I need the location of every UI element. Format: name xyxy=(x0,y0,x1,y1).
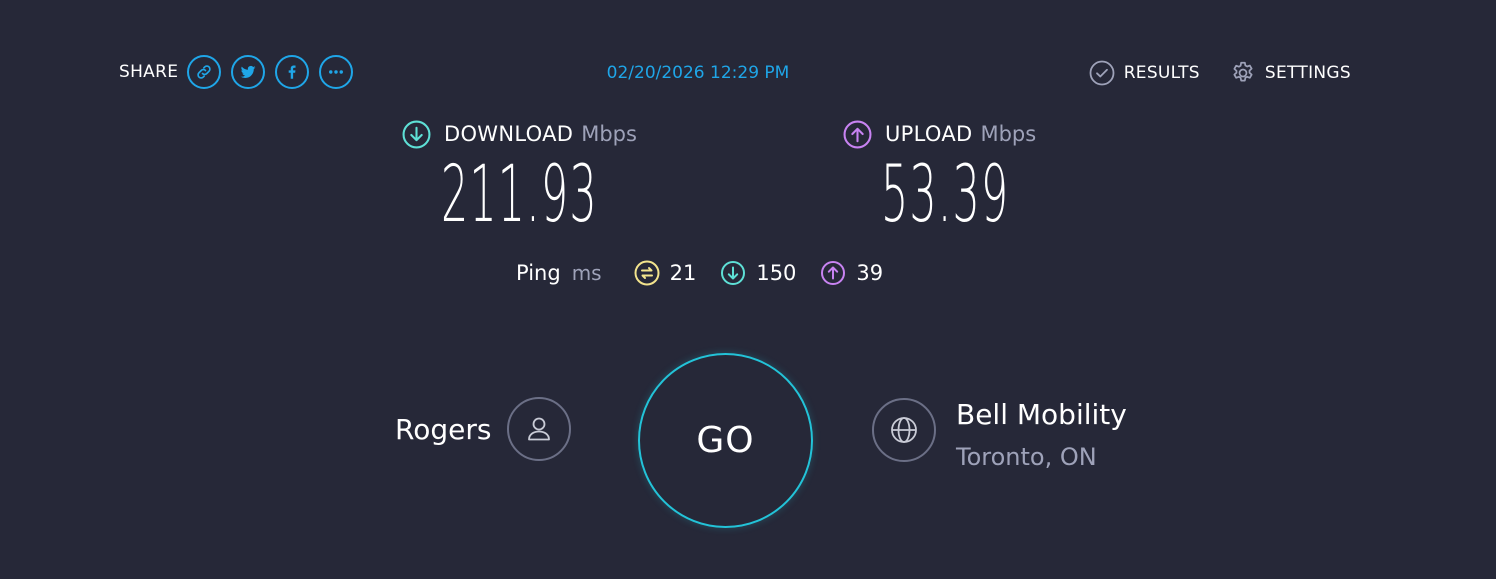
upload-speed-value: 53.39 xyxy=(881,150,1010,240)
download-unit: Mbps xyxy=(581,122,637,146)
server-info: Bell Mobility Toronto, ON xyxy=(956,398,1127,472)
server-location: Toronto, ON xyxy=(956,443,1097,471)
settings-label: SETTINGS xyxy=(1264,63,1351,83)
ping-label: Ping xyxy=(516,261,561,285)
ping-idle-value: 21 xyxy=(669,261,697,285)
download-header: DOWNLOAD Mbps xyxy=(402,118,726,150)
ping-row: Ping ms 21 150 39 xyxy=(516,258,907,288)
server-name[interactable]: Bell Mobility xyxy=(956,398,1127,432)
download-metric: DOWNLOAD Mbps 211.93 xyxy=(402,118,726,240)
results-link[interactable]: RESULTS xyxy=(1089,60,1200,86)
check-circle-icon xyxy=(1089,60,1115,86)
speedtest-result-page: SHARE 02/20/2026 12:29 PM RESULTS SETTIN… xyxy=(0,0,1496,579)
go-button[interactable]: GO xyxy=(638,353,813,528)
download-title: DOWNLOAD xyxy=(444,122,574,146)
isp-name: Rogers xyxy=(395,412,492,446)
isp-button[interactable] xyxy=(507,397,572,461)
idle-latency-icon xyxy=(634,260,660,286)
upload-unit: Mbps xyxy=(980,122,1037,146)
ping-download[interactable]: 150 xyxy=(720,260,796,286)
server-section: Bell Mobility Toronto, ON xyxy=(872,398,1127,472)
top-nav: RESULTS SETTINGS xyxy=(1059,60,1351,86)
download-arrow-icon xyxy=(402,120,431,148)
go-label: GO xyxy=(696,420,755,461)
user-icon xyxy=(528,417,551,441)
globe-icon xyxy=(891,417,917,443)
ping-upload-value: 39 xyxy=(856,261,884,285)
upload-latency-icon xyxy=(821,261,846,285)
settings-link[interactable]: SETTINGS xyxy=(1230,60,1351,86)
ping-unit: ms xyxy=(571,261,602,285)
ping-download-value: 150 xyxy=(756,261,797,285)
upload-metric: UPLOAD Mbps 53.39 xyxy=(843,118,1114,240)
server-button[interactable] xyxy=(872,398,936,462)
download-latency-icon xyxy=(721,261,746,285)
download-speed-value: 211.93 xyxy=(441,150,598,240)
upload-arrow-icon xyxy=(843,120,872,148)
ping-idle[interactable]: 21 xyxy=(634,260,697,286)
gear-icon xyxy=(1233,61,1253,82)
upload-title: UPLOAD xyxy=(885,122,973,146)
ping-upload[interactable]: 39 xyxy=(820,260,883,286)
upload-header: UPLOAD Mbps xyxy=(843,118,1114,150)
results-label: RESULTS xyxy=(1123,63,1200,83)
isp-section: Rogers xyxy=(395,397,572,461)
